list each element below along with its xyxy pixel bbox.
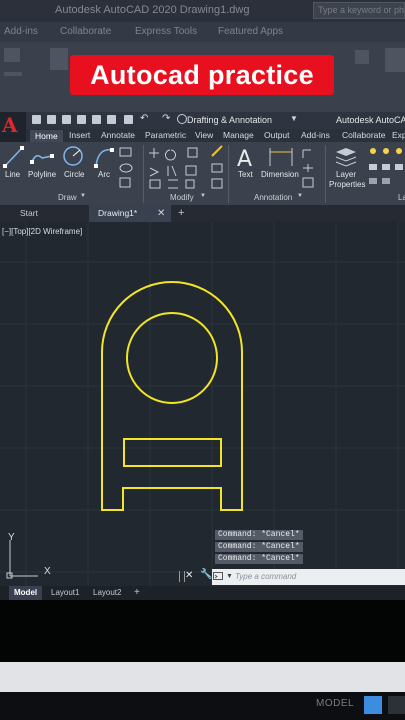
layer-properties-icon: [335, 148, 357, 167]
web-open-icon[interactable]: [92, 115, 101, 124]
save-as-icon[interactable]: [77, 115, 86, 124]
autocad-logo-icon[interactable]: A: [2, 113, 18, 137]
title-banner: Autocad practice: [70, 55, 334, 95]
tab-collaborate[interactable]: Collaborate: [342, 130, 385, 140]
layers-panel-title[interactable]: La: [398, 193, 405, 202]
grid-lines: [0, 222, 405, 586]
line-tool-label[interactable]: Line: [5, 170, 20, 179]
command-history-line: Command: *Cancel*: [215, 542, 303, 552]
properties-tool-label[interactable]: Properties: [329, 180, 365, 189]
tab-insert[interactable]: Insert: [69, 130, 90, 140]
panel-separator: [228, 145, 229, 203]
text-icon: A: [237, 147, 252, 172]
polyline-tool-label[interactable]: Polyline: [28, 170, 56, 179]
new-icon[interactable]: [32, 115, 41, 124]
tab-layout1[interactable]: Layout1: [51, 586, 79, 600]
part-outline: [101, 281, 243, 511]
part-circle: [126, 312, 218, 404]
tab-start[interactable]: Start: [10, 205, 88, 222]
tab-model[interactable]: Model: [9, 586, 43, 600]
tab-home[interactable]: Home: [30, 130, 63, 142]
command-prompt-icon[interactable]: [213, 571, 223, 581]
layer-tool-label[interactable]: Layer: [336, 170, 356, 179]
workspace-selector[interactable]: Drafting & Annotation: [187, 115, 272, 125]
app-title: Autodesk AutoCAD: [336, 115, 405, 125]
layer-small-icons: [369, 148, 403, 184]
drawn-part: [101, 281, 243, 511]
modify-panel-title[interactable]: Modify: [170, 193, 194, 202]
region-icon: [119, 177, 131, 188]
tab-add-ins[interactable]: Add-ins: [301, 130, 330, 140]
circle-tool-label[interactable]: Circle: [64, 170, 84, 179]
background-window-title: Autodesk AutoCAD 2020 Drawing1.dwg: [55, 4, 250, 16]
tab-layout2[interactable]: Layout2: [93, 586, 121, 600]
viewport-controls[interactable]: [−][Top][2D Wireframe]: [2, 227, 82, 236]
polyline-icon: [30, 154, 54, 164]
background-tab: Collaborate: [60, 26, 112, 37]
workspace-dropdown-icon[interactable]: ▼: [290, 114, 298, 123]
ucs-x-label: X: [44, 566, 51, 577]
dimension-icon: [269, 148, 293, 166]
background-tab-bar: Add-ins Collaborate Express Tools Featur…: [0, 22, 405, 42]
command-customize-icon[interactable]: 🔧: [200, 569, 212, 580]
tab-manage[interactable]: Manage: [223, 130, 254, 140]
hatch-icon: [119, 163, 133, 173]
panel-separator: [143, 145, 144, 203]
close-tab-icon[interactable]: ✕: [157, 205, 165, 222]
panel-separator: [325, 145, 326, 203]
modify-icons-right: [211, 145, 223, 189]
grid-and-drawing: [0, 222, 405, 586]
model-space-button[interactable]: MODEL: [316, 698, 354, 709]
rectangle-icon: [119, 147, 132, 157]
command-placeholder: Type a command: [235, 572, 297, 581]
web-save-icon[interactable]: [107, 115, 116, 124]
background-search-input: Type a keyword or phr: [313, 2, 405, 19]
new-tab-icon[interactable]: +: [178, 205, 184, 222]
tab-view[interactable]: View: [195, 130, 213, 140]
tab-express[interactable]: Expr: [392, 130, 405, 140]
modify-panel-expand-icon[interactable]: ▼: [200, 193, 206, 199]
annotation-small-icons: [302, 149, 314, 188]
background-tab: Featured Apps: [218, 26, 284, 37]
command-history-line: Command: *Cancel*: [215, 530, 303, 540]
tab-parametric[interactable]: Parametric: [145, 130, 186, 140]
tab-output[interactable]: Output: [264, 130, 290, 140]
ucs-y-label: Y: [8, 532, 15, 543]
save-icon[interactable]: [62, 115, 71, 124]
background-tab: Express Tools: [135, 26, 198, 37]
annotation-panel-expand-icon[interactable]: ▼: [297, 193, 303, 199]
open-icon[interactable]: [47, 115, 56, 124]
grid-toggle-icon[interactable]: [364, 696, 382, 714]
recent-commands-dropdown-icon[interactable]: ▼: [226, 569, 233, 585]
part-slot: [123, 438, 222, 467]
undo-icon[interactable]: ↶: [140, 113, 148, 124]
circle-icon: [63, 146, 83, 166]
text-tool-label[interactable]: Text: [238, 170, 253, 179]
command-close-icon[interactable]: ✕: [185, 570, 193, 581]
workspace-gear-icon[interactable]: [177, 114, 187, 124]
draw-panel-title[interactable]: Draw: [58, 193, 77, 202]
command-history-line: Command: *Cancel*: [215, 554, 303, 564]
snap-toggle-icon[interactable]: [388, 696, 405, 714]
arc-icon: [94, 148, 114, 168]
plot-icon[interactable]: [124, 115, 133, 124]
annotation-panel-title[interactable]: Annotation: [254, 193, 292, 202]
dimension-tool-label[interactable]: Dimension: [261, 170, 299, 179]
status-bar: [0, 662, 405, 692]
modify-icons: [149, 147, 198, 189]
redo-icon[interactable]: ↷: [162, 113, 170, 124]
background-tab: Add-ins: [4, 26, 38, 37]
add-layout-icon[interactable]: +: [134, 586, 140, 600]
draw-panel-expand-icon[interactable]: ▼: [80, 193, 86, 199]
line-icon: [3, 146, 24, 168]
arc-tool-label[interactable]: Arc: [98, 170, 110, 179]
black-area: [0, 600, 405, 662]
tab-annotate[interactable]: Annotate: [101, 130, 135, 140]
